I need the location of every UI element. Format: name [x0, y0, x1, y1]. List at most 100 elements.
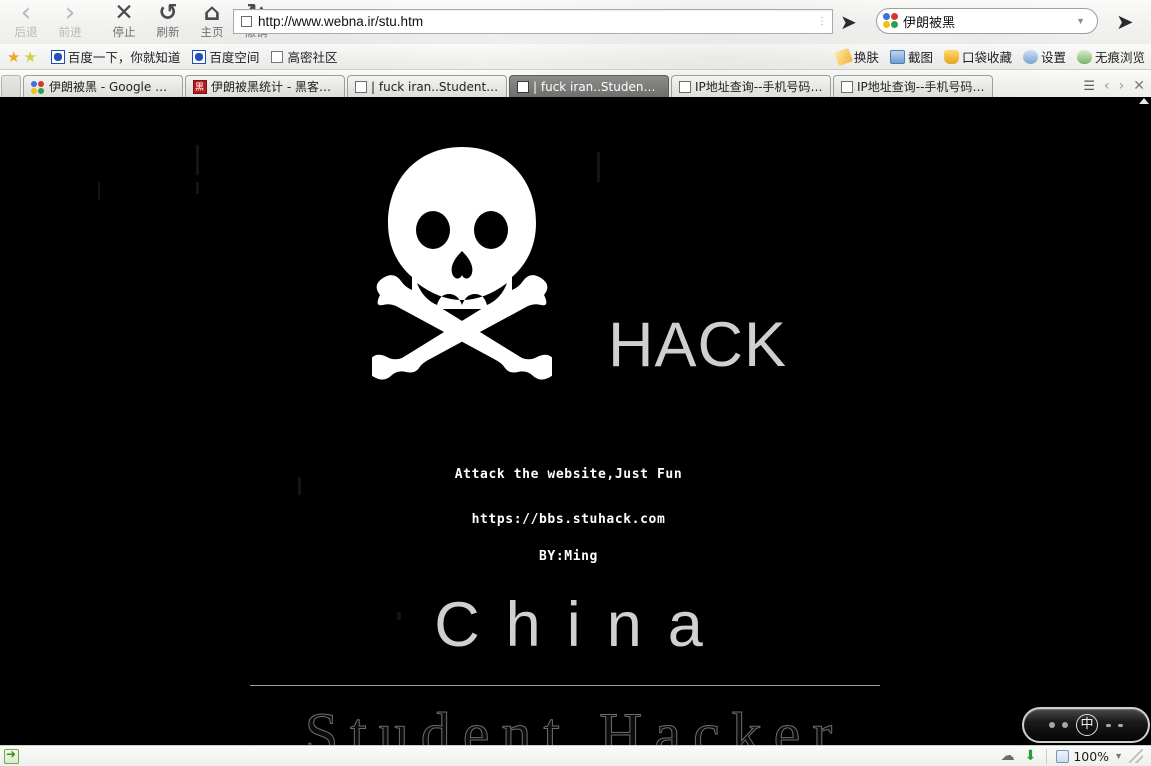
screenshot-icon	[889, 49, 905, 64]
tab-controls: ☰ ‹ › ✕	[1074, 75, 1151, 97]
tab-student-hacker-2-active[interactable]: | fuck iran..Studen…	[509, 75, 669, 97]
bookmark-item-baidu-space[interactable]: 百度空间	[187, 47, 264, 67]
blank-favicon	[517, 81, 529, 93]
google-icon	[883, 13, 899, 29]
security-zone-icon[interactable]: ☁	[1001, 748, 1015, 764]
page-icon	[241, 16, 252, 27]
ime-dot-icon	[1118, 723, 1123, 727]
stop-button-label: 停止	[112, 25, 136, 39]
page-signature: Student Hacker	[304, 701, 845, 746]
page-forum-url: https://bbs.stuhack.com	[471, 512, 666, 527]
ime-language-bar[interactable]: 中	[1022, 707, 1150, 743]
tab-hack-statistics[interactable]: 伊朗被黑统计 - 黑客播…	[185, 75, 345, 97]
tool-label: 截图	[907, 50, 933, 65]
bookmark-label: 高密社区	[287, 50, 338, 65]
incognito-icon	[1076, 49, 1092, 64]
go-arrow-icon[interactable]: ➤	[840, 12, 862, 34]
page-tagline: Attack the website,Just Fun	[454, 467, 683, 482]
vertical-scrollbar[interactable]	[1137, 97, 1151, 745]
page-country-label: China	[434, 590, 729, 660]
tool-settings[interactable]: 设置	[1022, 47, 1066, 66]
chevron-down-icon[interactable]: ▼	[1114, 751, 1123, 761]
tab-google-search[interactable]: 伊朗被黑 - Google 搜索	[23, 75, 183, 97]
tab-prev-icon[interactable]: ‹	[1104, 78, 1110, 94]
baidu-favicon	[50, 49, 65, 64]
divider	[250, 685, 880, 686]
resize-grip-icon[interactable]	[1129, 749, 1143, 763]
bookmark-item-baidu-search[interactable]: 百度一下，你就知道	[46, 47, 186, 67]
defaced-page-content: HACK Attack the website,Just Fun https:/…	[0, 97, 1137, 745]
ime-left-buttons[interactable]	[1049, 722, 1068, 728]
tab-label: IP地址查询--手机号码查…	[857, 80, 985, 94]
tab-label: IP地址查询--手机号码查…	[695, 80, 823, 94]
bookmark-label: 百度一下，你就知道	[67, 50, 181, 65]
tool-pocket-favorites[interactable]: 口袋收藏	[943, 47, 1012, 66]
blank-favicon	[679, 81, 691, 93]
add-bookmark-icon[interactable]: ★	[23, 48, 36, 66]
home-icon: ⌂	[203, 0, 221, 26]
tab-student-hacker-1[interactable]: | fuck iran..Student Ha…	[347, 75, 507, 97]
blank-favicon	[271, 50, 284, 63]
tab-ip-lookup-2[interactable]: IP地址查询--手机号码查…	[833, 75, 993, 97]
page-load-icon[interactable]	[4, 747, 19, 764]
tab-list-icon[interactable]: ☰	[1083, 79, 1095, 94]
ime-language-toggle[interactable]: 中	[1076, 714, 1098, 736]
refresh-icon: ↺	[158, 0, 178, 26]
tab-ip-lookup-1[interactable]: IP地址查询--手机号码查…	[671, 75, 831, 97]
back-button[interactable]: ‹ 后退	[4, 0, 48, 44]
scroll-up-arrow-icon[interactable]	[1139, 98, 1149, 104]
ime-dot-icon	[1049, 722, 1055, 728]
search-box[interactable]: 伊朗被黑 ▼	[876, 8, 1098, 34]
tab-label: 伊朗被黑统计 - 黑客播…	[211, 80, 337, 94]
search-go-icon[interactable]: ➤	[1116, 11, 1140, 35]
pocket-favorites-icon	[943, 49, 959, 64]
ime-right-buttons[interactable]	[1106, 723, 1123, 727]
render-artifact	[196, 145, 199, 175]
address-bar[interactable]: http://www.webna.ir/stu.htm ⋮	[233, 9, 833, 34]
tool-screenshot[interactable]: 截图	[889, 47, 933, 66]
chevron-down-icon[interactable]: ⋮	[817, 16, 827, 27]
gear-icon	[1022, 49, 1038, 64]
red-favicon	[193, 79, 207, 94]
google-icon	[31, 80, 45, 94]
page-author: BY:Ming	[539, 549, 598, 564]
chevron-down-icon[interactable]: ▼	[1076, 16, 1085, 26]
download-icon[interactable]: ⬇	[1025, 748, 1037, 764]
forward-button-label: 前进	[58, 25, 82, 39]
refresh-button[interactable]: ↺ 刷新	[146, 0, 190, 44]
address-bar-url: http://www.webna.ir/stu.htm	[258, 14, 424, 29]
zoom-control[interactable]: 100% ▼	[1046, 748, 1123, 764]
ime-dot-icon	[1062, 722, 1068, 728]
browser-toolbar: ‹ 后退 › 前进 ✕ 停止 ↺ 刷新 ⌂ 主页 ↻ 撤销	[0, 0, 1151, 44]
tool-incognito[interactable]: 无痕浏览	[1076, 47, 1145, 66]
home-button-label: 主页	[200, 25, 224, 39]
close-tab-icon[interactable]: ✕	[1133, 78, 1145, 94]
tool-label: 口袋收藏	[961, 50, 1012, 65]
skin-icon	[833, 47, 853, 66]
bookmark-item-gaomi-community[interactable]: 高密社区	[266, 47, 342, 67]
tab-label: | fuck iran..Studen…	[533, 79, 656, 94]
back-arrow-icon: ‹	[20, 0, 32, 28]
blank-favicon	[355, 81, 367, 93]
stop-button[interactable]: ✕ 停止	[102, 0, 146, 44]
tab-label: | fuck iran..Student Ha…	[371, 79, 499, 94]
blank-favicon	[841, 81, 853, 93]
refresh-button-label: 刷新	[156, 25, 180, 39]
render-artifact	[196, 182, 199, 194]
tab-label: 伊朗被黑 - Google 搜索	[49, 80, 175, 94]
baidu-favicon	[192, 49, 207, 64]
tool-change-skin[interactable]: 换肤	[833, 47, 879, 66]
zoom-level-label: 100%	[1073, 748, 1110, 764]
forward-button[interactable]: › 前进	[48, 0, 92, 44]
status-bar-right: ☁ ⬇ 100% ▼	[991, 748, 1151, 764]
forward-arrow-icon: ›	[64, 0, 76, 28]
status-bar: ☁ ⬇ 100% ▼	[0, 745, 1151, 766]
tool-label: 无痕浏览	[1094, 50, 1145, 65]
tool-label: 设置	[1040, 50, 1066, 65]
search-input[interactable]: 伊朗被黑	[903, 12, 955, 31]
bookmarks-bar: ★ ★ 百度一下，你就知道 百度空间 高密社区 换肤 截图 口袋收藏 设置 无痕…	[0, 44, 1151, 70]
tab-next-icon[interactable]: ›	[1119, 78, 1125, 94]
star-icon[interactable]: ★	[7, 48, 20, 66]
bookmark-label: 百度空间	[209, 50, 260, 65]
home-button[interactable]: ⌂ 主页	[190, 0, 234, 44]
